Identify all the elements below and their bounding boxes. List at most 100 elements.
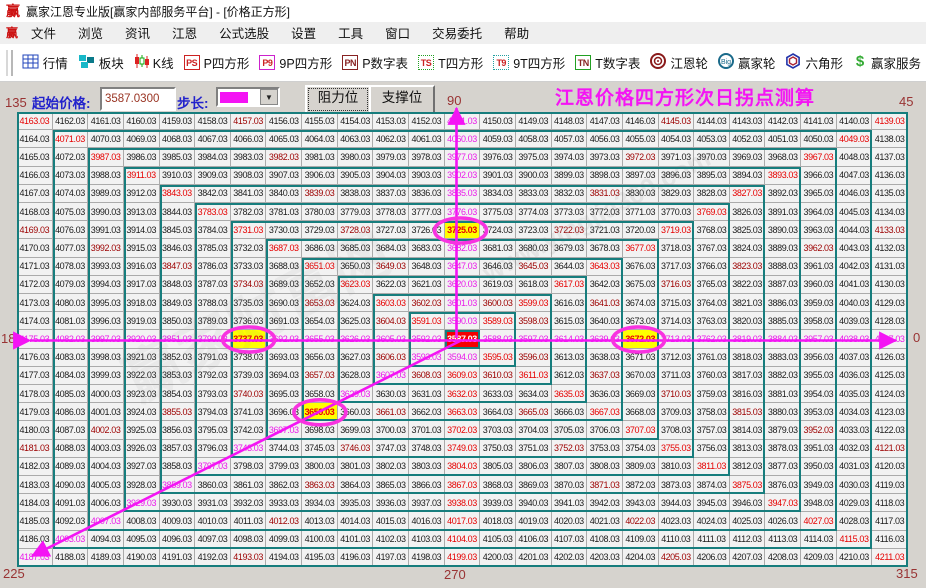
grid-cell[interactable]: 3682.03 [444,239,481,258]
grid-cell[interactable]: 4017.03 [444,512,481,531]
grid-cell[interactable]: 4155.03 [302,112,338,131]
grid-cell[interactable]: 3905.03 [337,166,374,185]
grid-cell[interactable]: 3894.03 [729,166,766,185]
grid-cell[interactable]: 3766.03 [694,257,730,276]
grid-cell[interactable]: 3820.03 [729,312,766,331]
grid-cell[interactable]: 3860.03 [195,476,231,495]
grid-cell[interactable]: 3780.03 [302,203,338,222]
grid-cell[interactable]: 3889.03 [765,239,802,258]
grid-cell[interactable]: 3981.03 [302,148,338,167]
grid-cell[interactable]: 3825.03 [729,221,766,240]
grid-cell[interactable]: 4004.03 [88,457,124,476]
grid-cell[interactable]: 4069.03 [123,130,160,149]
grid-cell[interactable]: 4199.03 [444,548,481,567]
grid-cell[interactable]: 3799.03 [266,457,303,476]
grid-cell[interactable]: 3618.03 [515,275,552,294]
grid-cell[interactable]: 4187.03 [17,548,53,567]
grid-cell[interactable]: 3961.03 [801,257,837,276]
grid-cell[interactable]: 4164.03 [17,130,53,149]
grid-cell[interactable]: 3591.03 [409,312,445,331]
grid-cell[interactable]: 4080.03 [52,294,89,313]
grid-cell[interactable]: 4110.03 [658,530,695,549]
grid-cell[interactable]: 4175.03 [17,330,53,349]
grid-cell[interactable]: 3747.03 [373,439,410,458]
grid-cell[interactable]: 3928.03 [123,476,160,495]
grid-cell[interactable]: 4205.03 [658,548,695,567]
grid-cell[interactable]: 3795.03 [195,421,231,440]
grid-cell[interactable]: 4211.03 [872,548,908,567]
grid-cell[interactable]: 3657.03 [302,366,338,385]
grid-cell[interactable]: 3802.03 [373,457,410,476]
grid-cell[interactable]: 3991.03 [88,221,124,240]
grid-cell[interactable]: 3596.03 [515,348,552,367]
grid-cell[interactable]: 3772.03 [587,203,623,222]
grid-cell[interactable]: 4102.03 [373,530,410,549]
grid-cell[interactable]: 3953.03 [801,403,837,422]
grid-cell[interactable]: 3774.03 [515,203,552,222]
grid-cell[interactable]: 4117.03 [872,512,908,531]
grid-cell[interactable]: 3712.03 [658,348,695,367]
grid-cell[interactable]: 3603.03 [373,294,410,313]
grid-cell[interactable]: 3880.03 [765,403,802,422]
grid-cell[interactable]: 3777.03 [409,203,445,222]
grid-cell[interactable]: 4024.03 [694,512,730,531]
grid-cell[interactable]: 3849.03 [159,294,196,313]
grid-cell[interactable]: 3895.03 [694,166,730,185]
grid-cell[interactable]: 3792.03 [195,366,231,385]
grid-cell[interactable]: 3888.03 [765,257,802,276]
grid-cell[interactable]: 3605.03 [373,330,410,349]
grid-cell[interactable]: 4146.03 [622,112,659,131]
grid-cell[interactable]: 3688.03 [266,257,303,276]
grid-cell[interactable]: 3704.03 [515,421,552,440]
grid-cell[interactable]: 3613.03 [551,348,588,367]
grid-cell[interactable]: 4067.03 [195,130,231,149]
grid-cell[interactable]: 3749.03 [444,439,481,458]
grid-cell[interactable]: 3936.03 [373,494,410,513]
grid-cell[interactable]: 3994.03 [88,275,124,294]
grid-cell[interactable]: 4108.03 [587,530,623,549]
grid-cell[interactable]: 4125.03 [872,366,908,385]
grid-cell[interactable]: 3711.03 [658,366,695,385]
grid-cell[interactable]: 4016.03 [409,512,445,531]
grid-cell[interactable]: 3735.03 [230,294,267,313]
grid-cell[interactable]: 4133.03 [872,221,908,240]
grid-cell[interactable]: 3773.03 [551,203,588,222]
grid-cell[interactable]: 3626.03 [337,330,374,349]
grid-cell[interactable]: 3594.03 [444,348,481,367]
grid-cell[interactable]: 4000.03 [88,385,124,404]
grid-cell[interactable]: 3943.03 [622,494,659,513]
grid-cell[interactable]: 3646.03 [480,257,516,276]
grid-cell[interactable]: 4159.03 [159,112,196,131]
grid-cell[interactable]: 4054.03 [658,130,695,149]
grid-cell[interactable]: 4098.03 [230,530,267,549]
grid-cell[interactable]: 4129.03 [872,294,908,313]
grid-cell[interactable]: 3776.03 [444,203,481,222]
grid-cell[interactable]: 3705.03 [551,421,588,440]
grid-cell[interactable]: 3687.03 [266,239,303,258]
grid-cell[interactable]: 4041.03 [836,275,873,294]
grid-cell[interactable]: 3633.03 [480,385,516,404]
grid-cell[interactable]: 3937.03 [409,494,445,513]
grid-cell[interactable]: 3803.03 [409,457,445,476]
grid-cell[interactable]: 3919.03 [123,312,160,331]
grid-cell[interactable]: 3609.03 [444,366,481,385]
grid-cell[interactable]: 3829.03 [658,184,695,203]
grid-cell[interactable]: 3830.03 [622,184,659,203]
grid-cell[interactable]: 3817.03 [729,366,766,385]
grid-cell[interactable]: 4198.03 [409,548,445,567]
grid-cell[interactable]: 3972.03 [622,148,659,167]
grid-cell[interactable]: 4179.03 [17,403,53,422]
grid-cell[interactable]: 3641.03 [587,294,623,313]
grid-cell[interactable]: 3826.03 [729,203,766,222]
grid-cell[interactable]: 4150.03 [480,112,516,131]
grid-cell[interactable]: 3901.03 [480,166,516,185]
grid-cell[interactable]: 3700.03 [373,421,410,440]
toolbar-button-T数字表[interactable]: TN T数字表 [570,51,645,74]
grid-cell[interactable]: 3915.03 [123,239,160,258]
grid-cell[interactable]: 3963.03 [801,221,837,240]
grid-cell[interactable]: 3630.03 [373,385,410,404]
grid-cell[interactable]: 4188.03 [52,548,89,567]
grid-cell[interactable]: 4099.03 [266,530,303,549]
grid-cell[interactable]: 4096.03 [159,530,196,549]
grid-cell[interactable]: 4182.03 [17,457,53,476]
